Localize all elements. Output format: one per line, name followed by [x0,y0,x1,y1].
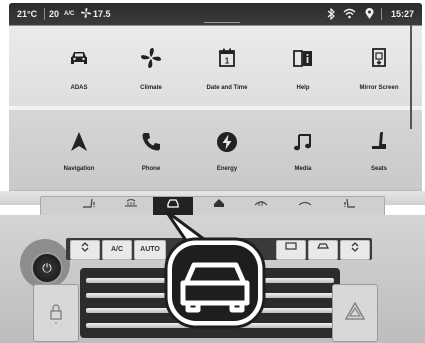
lock-button[interactable] [33,284,79,342]
app-energy[interactable]: Energy [187,110,267,190]
app-label: Date and Time [206,85,248,91]
app-label: ADAS [70,85,88,91]
app-climate[interactable]: Climate [111,26,191,106]
temp-right-toggle[interactable] [340,240,370,260]
fan-speed: 17.5 [93,9,111,19]
scrollbar[interactable] [410,25,412,129]
clock: 15:27 [391,9,415,19]
status-bar: 21°C 20 A/C 17.5 15:27 [9,3,422,25]
pulldown-handle[interactable] [204,22,240,23]
app-label: Mirror Screen [359,85,399,91]
location-pin-icon [365,8,374,22]
music-note-icon [291,130,315,154]
windshield-icon[interactable] [285,197,325,216]
recirculation-icon[interactable] [276,240,306,260]
app-label: Help [296,85,310,91]
air-intake-icon[interactable] [308,240,338,260]
status-separator [381,8,382,20]
ac-button[interactable]: A/C [102,240,132,260]
help-book-icon [291,46,315,70]
app-media[interactable]: Media [263,110,343,190]
app-mirror-screen[interactable]: Mirror Screen [339,26,419,106]
power-volume-knob[interactable]: ⏻ [31,252,63,284]
fan-icon [80,7,92,21]
seat-icon [367,130,391,154]
navigation-arrow-icon [67,130,91,154]
fan-icon [139,46,163,70]
vehicle-button-callout [164,211,266,329]
seat-heat-right-icon[interactable] [329,197,369,216]
ac-status[interactable]: A/C [64,11,74,17]
touchscreen: 21°C 20 A/C 17.5 15:27 ADAS Climate 1 Da… [9,3,422,191]
app-help[interactable]: Help [263,26,343,106]
app-navigation[interactable]: Navigation [39,110,119,190]
app-adas[interactable]: ADAS [39,26,119,106]
car-icon [67,46,91,70]
app-label: Energy [216,166,238,172]
power-icon: ⏻ [42,261,52,275]
mirror-screen-icon [367,46,391,70]
app-label: Phone [141,166,161,172]
app-label: Media [294,166,312,172]
bluetooth-icon [327,7,335,22]
seat-heat-icon[interactable] [69,197,109,216]
wifi-icon [343,8,356,21]
hazard-button[interactable] [332,284,378,342]
svg-text:1: 1 [225,57,230,66]
set-temperature[interactable]: 20 [49,9,59,19]
rear-defrost-icon[interactable] [111,197,151,216]
energy-icon [215,130,239,154]
app-grid: ADAS Climate 1 Date and Time Help Mirror… [9,26,422,191]
outside-temperature: 21°C [17,9,38,19]
app-date-and-time[interactable]: 1 Date and Time [187,26,267,106]
infotainment-photo: 21°C 20 A/C 17.5 15:27 ADAS Climate 1 Da… [0,0,425,343]
app-row: Navigation Phone Energy Media Seats [9,110,422,190]
temp-left-toggle[interactable] [70,240,100,260]
app-phone[interactable]: Phone [111,110,191,190]
app-label: Climate [140,85,162,91]
calendar-icon: 1 [215,46,239,70]
app-label: Navigation [63,166,95,172]
status-separator [44,8,45,20]
app-seats[interactable]: Seats [339,110,419,190]
app-row: ADAS Climate 1 Date and Time Help Mirror… [9,26,422,106]
app-label: Seats [370,166,387,172]
phone-icon [139,130,163,154]
